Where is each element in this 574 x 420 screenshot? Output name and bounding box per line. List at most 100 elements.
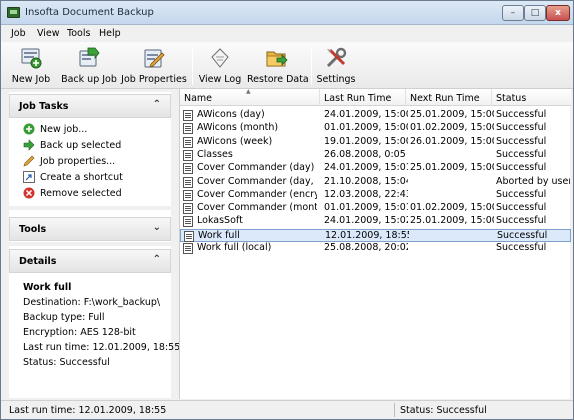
column-header-name[interactable]: ▲ Name — [180, 88, 320, 106]
job-tasks-title: Job Tasks — [19, 101, 69, 112]
status-bar: Last run time: 12.01.2009, 18:55 Status:… — [1, 400, 573, 419]
table-row[interactable]: Cover Commander (month) 01.01.2009, 15:01… — [180, 202, 571, 215]
settings-button[interactable]: Settings — [315, 44, 357, 87]
panel-separator — [9, 206, 171, 210]
cell-status: Successful — [496, 148, 547, 160]
app-window: Insofta Document Backup – □ x Job View T… — [0, 0, 574, 420]
new-job-button[interactable]: New Job — [5, 44, 57, 87]
restore-data-icon — [266, 51, 288, 67]
column-header-last-run[interactable]: Last Run Time — [320, 89, 406, 106]
task-label: Remove selected — [40, 188, 122, 199]
cell-status: Successful — [496, 135, 547, 147]
cell-last-run: 21.10.2008, 15:04 — [324, 175, 408, 187]
menu-job[interactable]: Job — [11, 28, 26, 39]
title-bar: Insofta Document Backup – □ x — [1, 1, 573, 25]
column-label: Last Run Time — [324, 93, 392, 104]
back-up-job-label: Back up Job — [61, 74, 117, 85]
job-file-icon — [183, 243, 193, 254]
table-row[interactable]: Cover Commander (encrypt) 12.03.2008, 22:… — [180, 189, 571, 202]
cell-next-run: 26.01.2009, 15:00 — [410, 135, 494, 147]
job-tasks-header[interactable]: Job Tasks ⌃ — [9, 94, 171, 118]
cell-next-run: 25.01.2009, 15:00 — [410, 215, 494, 227]
minimize-button[interactable]: – — [502, 5, 524, 21]
job-file-icon — [183, 189, 193, 201]
cell-name: AWicons (week) — [197, 135, 273, 147]
job-file-icon — [183, 216, 193, 228]
job-file-icon — [184, 230, 194, 242]
cell-last-run: 01.01.2009, 15:00 — [324, 122, 408, 134]
cell-status: Successful — [496, 109, 547, 120]
window-title: Insofta Document Backup — [25, 7, 154, 18]
list-header: ▲ Name Last Run Time Next Run Time Statu… — [180, 88, 571, 106]
menu-help[interactable]: Help — [99, 28, 121, 39]
job-file-icon — [183, 136, 193, 148]
menu-bar: Job View Tools Help — [1, 25, 573, 42]
table-row[interactable]: Cover Commander (day) 24.01.2009, 15:01 25… — [180, 162, 571, 175]
job-list[interactable]: ▲ Name Last Run Time Next Run Time Statu… — [179, 88, 571, 399]
job-file-icon — [183, 110, 193, 121]
toolbar-separator — [311, 47, 312, 85]
tools-title: Tools — [19, 224, 47, 235]
status-separator — [394, 403, 395, 417]
view-log-icon — [211, 48, 229, 68]
cell-last-run: 24.01.2009, 15:02 — [324, 215, 408, 227]
maximize-button[interactable]: □ — [524, 5, 546, 21]
column-header-next-run[interactable]: Next Run Time — [406, 89, 492, 106]
table-row[interactable]: LokasSoft 24.01.2009, 15:02 25.01.2009, 15… — [180, 215, 571, 228]
cell-name: Cover Commander (day) — [197, 162, 315, 174]
detail-status: Status: Successful — [23, 357, 110, 368]
menu-view[interactable]: View — [37, 28, 60, 39]
expand-chevron-icon[interactable]: ⌄ — [153, 222, 161, 233]
cell-name: Work full (local) — [197, 242, 272, 253]
app-icon — [7, 7, 20, 18]
task-label: Job properties... — [40, 156, 116, 167]
table-row[interactable]: Classes 26.08.2008, 0:05 Successful — [180, 149, 571, 162]
menu-tools[interactable]: Tools — [67, 28, 90, 39]
close-button[interactable]: x — [546, 5, 570, 21]
job-properties-button[interactable]: Job Properties — [121, 44, 187, 87]
column-header-status[interactable]: Status — [492, 89, 571, 106]
cell-name: Work full — [198, 229, 240, 241]
table-row[interactable]: Cover Commander (day, enc... 21.10.2008, … — [180, 176, 571, 189]
cell-last-run: 24.01.2009, 15:01 — [324, 162, 408, 174]
collapse-chevron-icon[interactable]: ⌃ — [153, 254, 161, 265]
table-row[interactable]: AWicons (month) 01.01.2009, 15:00 01.02.20… — [180, 122, 571, 135]
restore-data-label: Restore Data — [247, 74, 309, 85]
job-file-icon — [183, 176, 193, 188]
cell-next-run: 01.02.2009, 15:00 — [410, 202, 494, 214]
collapse-chevron-icon[interactable]: ⌃ — [153, 99, 161, 110]
cell-name: AWicons (day) — [197, 109, 265, 120]
tools-header[interactable]: Tools ⌄ — [9, 217, 171, 241]
sort-ascending-icon: ▲ — [246, 88, 251, 95]
shortcut-icon — [23, 171, 35, 183]
view-log-label: View Log — [198, 74, 242, 85]
settings-icon — [326, 47, 347, 68]
cell-name: LokasSoft — [197, 215, 243, 227]
toolbar-separator — [192, 47, 193, 85]
cell-last-run: 19.01.2009, 15:00 — [324, 135, 408, 147]
table-row[interactable]: Work full (local) 25.08.2008, 20:02 Succes… — [180, 242, 571, 255]
details-header[interactable]: Details ⌃ — [9, 249, 171, 273]
task-pane: Job Tasks ⌃ New job... Back up selected … — [9, 92, 180, 398]
table-row[interactable]: AWicons (day) 24.01.2009, 15:00 25.01.2009… — [180, 109, 571, 122]
detail-job-name: Work full — [23, 282, 72, 293]
toolbar: New Job Back up Job Job Properties View … — [1, 42, 573, 89]
cell-name: Cover Commander (day, enc... — [197, 175, 317, 187]
cell-status: Successful — [497, 229, 548, 241]
details-title: Details — [19, 256, 57, 267]
cell-status: Successful — [496, 188, 547, 200]
table-row[interactable]: AWicons (week) 19.01.2009, 15:00 26.01.200… — [180, 136, 571, 149]
restore-data-button[interactable]: Restore Data — [247, 44, 309, 87]
arrow-right-icon — [23, 139, 35, 151]
back-up-job-icon — [79, 47, 100, 67]
new-job-icon — [21, 48, 42, 69]
job-file-icon — [183, 123, 193, 135]
view-log-button[interactable]: View Log — [197, 44, 243, 87]
status-last-run: Last run time: 12.01.2009, 18:55 — [9, 405, 167, 416]
cell-name: Classes — [197, 148, 233, 160]
cell-status: Successful — [496, 215, 547, 227]
new-job-label: New Job — [11, 74, 51, 85]
table-row[interactable]: Work full 12.01.2009, 18:55 Successful — [180, 228, 571, 242]
cell-name: Cover Commander (month) — [197, 202, 317, 214]
back-up-job-button[interactable]: Back up Job — [59, 44, 119, 87]
